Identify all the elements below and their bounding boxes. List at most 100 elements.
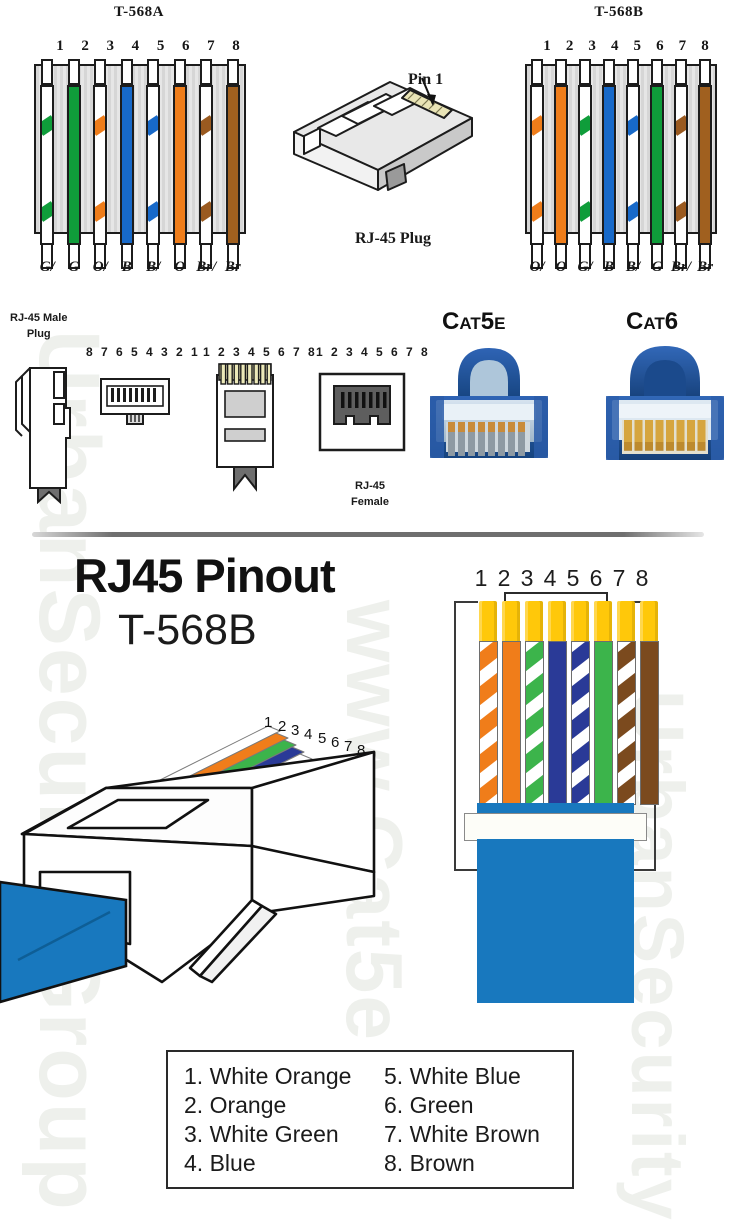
- legend-item: 5. White Blue: [384, 1063, 521, 1089]
- iso-pin-number: 5: [318, 730, 327, 747]
- wire-white-brown: [674, 85, 688, 245]
- wire-stripe: [617, 774, 635, 804]
- standard-b-title: T-568B: [594, 4, 644, 20]
- wire-color-label: B/: [146, 259, 161, 275]
- rj45-male-plug-side-view: [8, 364, 86, 504]
- wire-lead-top: [200, 59, 213, 85]
- wire-color-label: B/: [625, 259, 641, 275]
- wire-stripe: [525, 740, 543, 775]
- pinout-wire-diagram: 1 2 3 4 5 6 7 8: [438, 565, 698, 1025]
- wire-stripe: [479, 740, 497, 775]
- pin-number: 3: [588, 38, 596, 54]
- pinout-pin-numbers: 1 2 3 4 5 6 7 8: [438, 565, 668, 595]
- wire-stripe: [617, 706, 635, 741]
- wire-lead-top: [147, 59, 160, 85]
- pin-number: 1: [56, 38, 64, 54]
- wire-lead-top: [226, 59, 239, 85]
- wire-color-label: Br: [697, 259, 713, 275]
- iso-plug-pin-numbers: 1 2 3 4 5 6 7 8: [262, 714, 402, 759]
- wire-blue: [547, 641, 567, 805]
- pin-number: 6: [656, 38, 664, 54]
- page-subtitle: T-568B: [118, 606, 257, 654]
- wire-stripe: [148, 115, 159, 136]
- standard-a-color-labels: G/ G O/ B B/ O Br/ Br: [34, 259, 246, 276]
- standard-b-color-labels: O/ O G/ B B/ G Br/ Br: [525, 259, 717, 276]
- standard-b-block: T-568B 1 2 3 4 5 6 7 8 O/ O G/ B B/ G Br…: [508, 4, 730, 289]
- wire-strands: [438, 641, 668, 805]
- pin-number: 6: [181, 38, 190, 54]
- wire-stripe: [42, 201, 53, 222]
- iso-pin-number: 7: [344, 738, 353, 755]
- wire-stripe: [571, 740, 589, 775]
- cat5e-c: C: [442, 308, 460, 335]
- wire-stripe: [525, 706, 543, 741]
- jack-pin-numbers-reverse: 8 7 6 5 4 3 2 1: [86, 345, 201, 359]
- wire-stripe: [571, 642, 589, 673]
- male-plug-label-line1: RJ-45 Male: [10, 312, 68, 324]
- wire-color-label: G: [68, 259, 80, 275]
- iso-pin-number: 2: [278, 718, 287, 735]
- pin-number: 8: [232, 38, 240, 54]
- pin-number: 7: [678, 38, 687, 54]
- wire-color-label: G: [651, 259, 663, 275]
- pin-number: 8: [701, 38, 709, 54]
- wire-lead-top: [94, 59, 107, 85]
- wire-color-label: Br: [224, 259, 241, 275]
- wire-stripe: [580, 115, 590, 136]
- wire-color-label: Br/: [196, 259, 217, 275]
- pin-tip-8: [640, 601, 658, 641]
- legend-column-left: 1. White Orange 2. Orange 3. White Green…: [184, 1062, 351, 1178]
- wire-color-label: O/: [92, 259, 108, 275]
- cat6-num: 6: [664, 308, 679, 335]
- wire-lead-top: [579, 59, 591, 85]
- cat6-connector-photo: [600, 338, 730, 493]
- wire-stripe: [525, 672, 543, 707]
- wire-stripe: [628, 201, 638, 222]
- wire-color-label: G/: [39, 259, 55, 275]
- pin-tip-5: [571, 601, 589, 641]
- pin-tip-2: [502, 601, 520, 641]
- female-label-line2: Female: [351, 496, 389, 508]
- wire-color-label: Br/: [670, 259, 691, 275]
- plug-pin-numbers-2: 1 2 3 4 5 6 7 8: [316, 345, 431, 359]
- cat6-c: C: [626, 308, 644, 335]
- wire-lead-top: [603, 59, 615, 85]
- rj45-jack-front-view: [100, 378, 170, 428]
- wire-white-blue: [570, 641, 590, 805]
- pin-number: 5: [633, 38, 642, 54]
- legend-item: 1. White Orange: [184, 1063, 352, 1089]
- male-plug-label-line2: Plug: [26, 328, 51, 340]
- standard-a-title: T-568A: [114, 4, 164, 20]
- wire-color-label: B: [121, 259, 132, 275]
- cat6-at: AT: [643, 314, 665, 333]
- rj45-plug-caption: RJ-45 Plug: [355, 230, 431, 247]
- cat5e-label: CAT5E: [442, 308, 505, 336]
- cat5e-connector-photo: [424, 338, 554, 493]
- pin1-label: Pin 1: [408, 71, 444, 88]
- wire-stripe: [148, 201, 159, 222]
- wire-color-label: G/: [577, 259, 593, 275]
- wire-stripe: [532, 201, 542, 222]
- wire-stripe: [479, 774, 497, 804]
- wire-stripe: [201, 201, 212, 222]
- pin-tip-4: [548, 601, 566, 641]
- iso-pin-number: 4: [304, 726, 313, 743]
- wire-stripe: [479, 642, 497, 673]
- wire-white-orange: [93, 85, 108, 245]
- rj45-female-jack: [318, 372, 406, 452]
- cable-jacket-lower: [477, 839, 634, 1003]
- wire-stripe: [628, 115, 638, 136]
- pin-number: 7: [207, 38, 215, 54]
- wire-white-green: [40, 85, 55, 245]
- rj45-female-label: RJ-45 Female: [340, 478, 400, 510]
- wire-stripe: [571, 774, 589, 804]
- wire-stripe: [580, 201, 590, 222]
- cable-strain-relief-band: [464, 813, 647, 841]
- wire-color-label: B: [603, 259, 614, 275]
- wire-brown: [225, 85, 240, 245]
- wire-orange: [554, 85, 568, 245]
- wire-blue: [119, 85, 134, 245]
- wire-lead-top: [173, 59, 186, 85]
- legend-item: 3. White Green: [184, 1121, 339, 1147]
- wire-color-label: O/: [529, 259, 545, 275]
